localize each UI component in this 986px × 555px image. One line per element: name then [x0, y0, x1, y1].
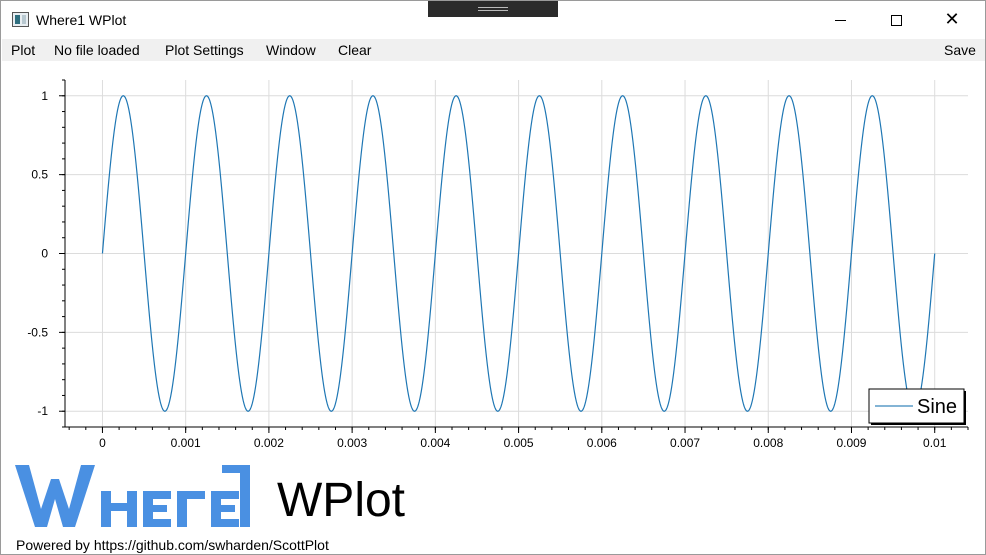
y-tick-label: 1 [41, 89, 48, 103]
menu-clear[interactable]: Clear [338, 42, 371, 58]
y-tick-label: 0 [41, 247, 48, 261]
y-tick-label: -0.5 [27, 325, 48, 339]
x-tick-label: 0.001 [171, 436, 201, 450]
snap-layout-handle[interactable] [428, 1, 558, 17]
app-name-heading: WPlot [277, 474, 406, 527]
minimize-button[interactable] [817, 1, 863, 39]
x-tick-label: 0.008 [753, 436, 783, 450]
powered-by-text: Powered by https://github.com/swharden/S… [16, 537, 329, 553]
close-button[interactable]: ✕ [929, 1, 975, 39]
title-bar[interactable]: Where1 WPlot ✕ [1, 1, 985, 39]
minimize-icon [834, 19, 846, 21]
x-tick-label: 0.007 [670, 436, 700, 450]
menu-file-status[interactable]: No file loaded [54, 42, 140, 58]
x-tick-label: 0.01 [923, 436, 947, 450]
sine-chart[interactable]: 0 0.001 0.002 0.003 0.004 0.005 0.006 0.007 0.00… [1, 61, 986, 461]
app-window-icon [12, 12, 29, 27]
x-tick-label: 0.006 [587, 436, 617, 450]
x-tick-label: 0.009 [836, 436, 866, 450]
branding-footer: WPlot Powered by https://github.com/swha… [1, 459, 986, 555]
y-tick-label: -1 [37, 404, 48, 418]
where1-logo [15, 465, 250, 527]
maximize-button[interactable] [873, 1, 919, 39]
plot-canvas[interactable]: 0 0.001 0.002 0.003 0.004 0.005 0.006 0.007 0.00… [1, 61, 986, 461]
x-tick-label: 0.004 [420, 436, 450, 450]
close-icon: ✕ [944, 9, 960, 30]
x-tick-label: 0.003 [337, 436, 367, 450]
menu-plot[interactable]: Plot [11, 42, 35, 58]
app-window: Where1 WPlot ✕ Plot No file loaded Plot … [0, 0, 986, 555]
x-tick-label: 0.005 [504, 436, 534, 450]
menu-plot-settings[interactable]: Plot Settings [165, 42, 244, 58]
maximize-icon [890, 14, 902, 26]
x-tick-label: 0.002 [254, 436, 284, 450]
window-title: Where1 WPlot [36, 12, 127, 28]
y-tick-label: 0.5 [31, 168, 48, 182]
menu-save[interactable]: Save [944, 42, 976, 58]
menu-bar: Plot No file loaded Plot Settings Window… [2, 39, 985, 61]
menu-window[interactable]: Window [266, 42, 316, 58]
x-tick-label: 0 [99, 436, 106, 450]
legend-label-sine: Sine [917, 396, 957, 418]
